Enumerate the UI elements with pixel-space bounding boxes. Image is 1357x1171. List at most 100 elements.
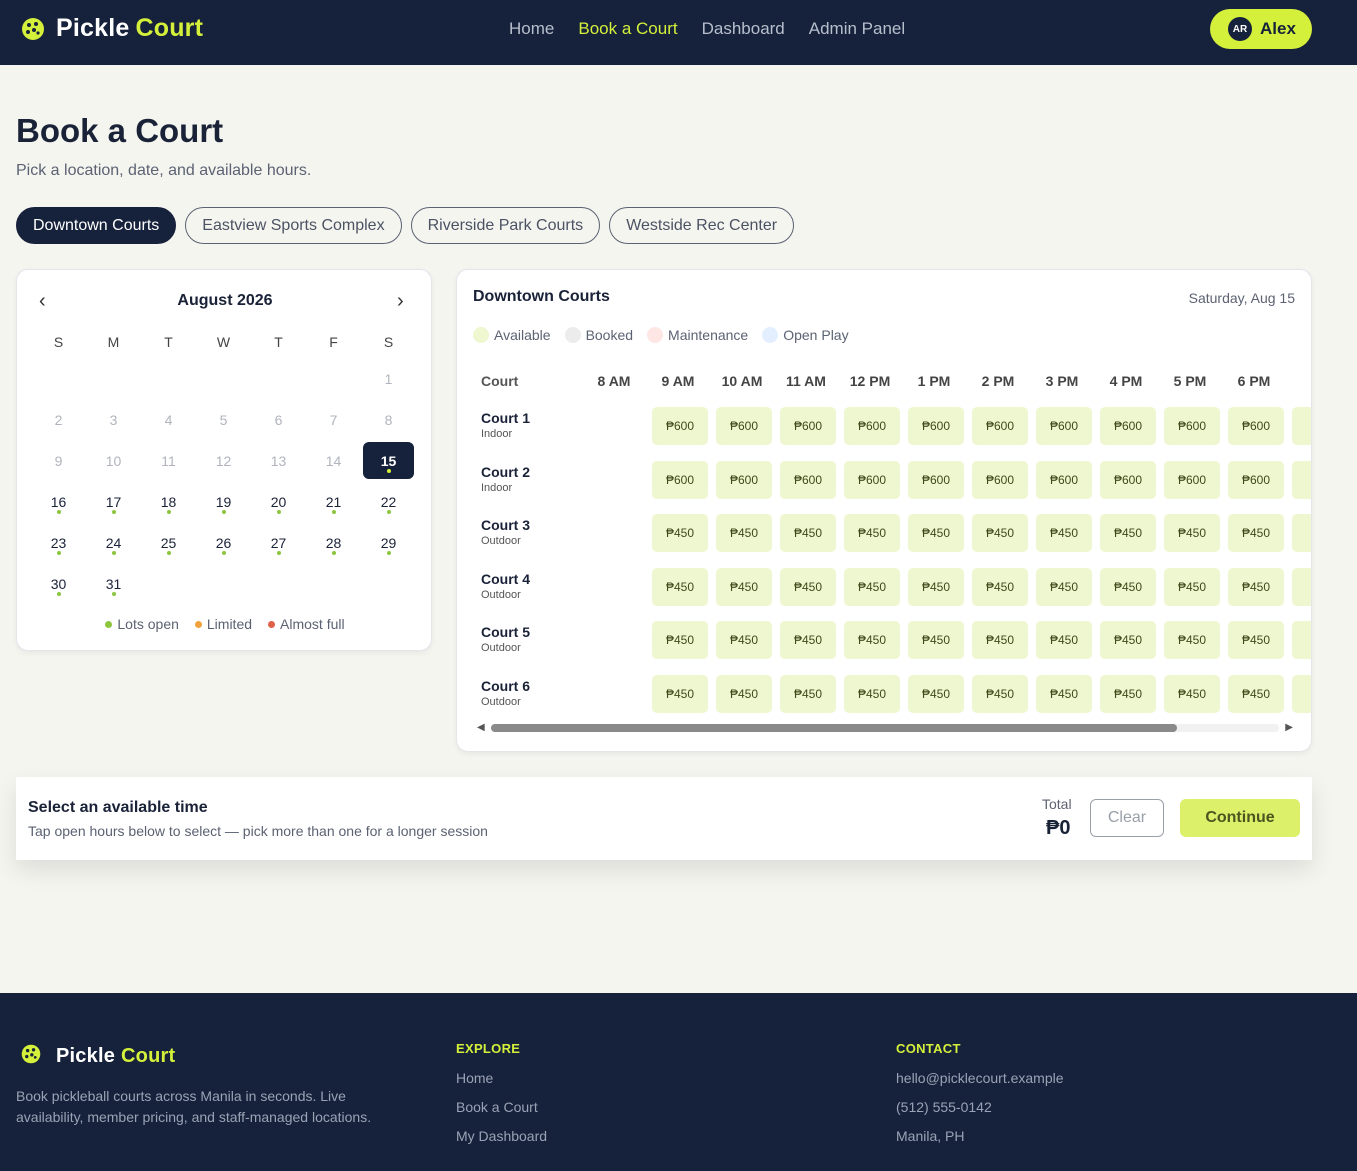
time-slot-available[interactable]: ₱450 — [1164, 621, 1220, 659]
calendar-day[interactable]: 20 — [251, 481, 306, 522]
time-slot-available[interactable]: ₱450 — [1100, 621, 1156, 659]
time-slot-available[interactable]: ₱450 — [844, 567, 900, 606]
time-slot-available[interactable]: ₱450 — [1228, 621, 1284, 659]
time-slot-available[interactable]: ₱450 — [716, 514, 772, 552]
time-slot-available[interactable]: ₱450 — [780, 567, 836, 606]
time-slot-available[interactable]: ₱450 — [908, 567, 964, 606]
time-slot-available[interactable] — [1292, 460, 1311, 499]
footer-link-home[interactable]: Home — [456, 1070, 547, 1099]
time-slot-available[interactable]: ₱450 — [844, 674, 900, 713]
calendar-day[interactable]: 27 — [251, 522, 306, 563]
time-slot-available[interactable]: ₱450 — [1036, 514, 1092, 552]
nav-link-home[interactable]: Home — [509, 19, 554, 39]
time-slot-available[interactable]: ₱450 — [972, 621, 1028, 659]
calendar-day-selected[interactable]: 15 — [361, 440, 416, 481]
time-slot-available[interactable]: ₱450 — [908, 674, 964, 713]
footer-link-my-dashboard[interactable]: My Dashboard — [456, 1128, 547, 1157]
time-slot-available[interactable]: ₱600 — [780, 407, 836, 445]
time-slot-available[interactable]: ₱450 — [1164, 674, 1220, 713]
time-slot-available[interactable]: ₱600 — [716, 460, 772, 499]
schedule-scrollbar[interactable]: ◀ ▶ — [477, 722, 1293, 734]
time-slot-available[interactable]: ₱450 — [908, 514, 964, 552]
calendar-day[interactable]: 31 — [86, 563, 141, 604]
calendar-day[interactable]: 28 — [306, 522, 361, 563]
time-slot-available[interactable]: ₱450 — [972, 567, 1028, 606]
time-slot-available[interactable]: ₱450 — [780, 621, 836, 659]
time-slot-available[interactable]: ₱450 — [716, 674, 772, 713]
calendar-day[interactable]: 19 — [196, 481, 251, 522]
time-slot-available[interactable] — [1292, 567, 1311, 606]
footer-contact-email[interactable]: hello@picklecourt.example — [896, 1070, 1064, 1099]
calendar-day[interactable]: 17 — [86, 481, 141, 522]
location-tab-riverside-park-courts[interactable]: Riverside Park Courts — [410, 207, 601, 244]
scroll-thumb[interactable] — [491, 724, 1177, 732]
time-slot-available[interactable]: ₱600 — [652, 460, 708, 499]
time-slot-available[interactable]: ₱600 — [652, 407, 708, 445]
calendar-day[interactable]: 25 — [141, 522, 196, 563]
continue-button[interactable]: Continue — [1180, 799, 1300, 837]
location-tab-downtown-courts[interactable]: Downtown Courts — [16, 207, 177, 244]
time-slot-available[interactable]: ₱450 — [652, 674, 708, 713]
calendar-day[interactable]: 21 — [306, 481, 361, 522]
time-slot-available[interactable]: ₱600 — [844, 407, 900, 445]
time-slot-available[interactable]: ₱450 — [1100, 567, 1156, 606]
time-slot-available[interactable]: ₱450 — [716, 621, 772, 659]
time-slot-available[interactable]: ₱600 — [1100, 407, 1156, 445]
time-slot-available[interactable]: ₱450 — [716, 567, 772, 606]
time-slot-available[interactable]: ₱450 — [780, 674, 836, 713]
footer-contact-phone[interactable]: (512) 555-0142 — [896, 1099, 1064, 1128]
nav-link-dashboard[interactable]: Dashboard — [702, 19, 785, 39]
time-slot-available[interactable]: ₱450 — [972, 674, 1028, 713]
calendar-day[interactable]: 24 — [86, 522, 141, 563]
nav-link-admin-panel[interactable]: Admin Panel — [809, 19, 905, 39]
footer-brand[interactable]: Pickle Court — [20, 1043, 175, 1069]
time-slot-available[interactable]: ₱450 — [652, 514, 708, 552]
time-slot-available[interactable]: ₱450 — [1036, 674, 1092, 713]
time-slot-available[interactable]: ₱600 — [972, 407, 1028, 445]
time-slot-available[interactable]: ₱450 — [1164, 567, 1220, 606]
time-slot-available[interactable]: ₱450 — [1164, 514, 1220, 552]
calendar-day[interactable]: 30 — [31, 563, 86, 604]
time-slot-available[interactable]: ₱600 — [780, 460, 836, 499]
footer-link-book-a-court[interactable]: Book a Court — [456, 1099, 547, 1128]
time-slot-available[interactable]: ₱450 — [652, 621, 708, 659]
time-slot-available[interactable] — [1292, 514, 1311, 552]
time-slot-available[interactable]: ₱600 — [1228, 407, 1284, 445]
time-slot-available[interactable]: ₱450 — [908, 621, 964, 659]
time-slot-available[interactable]: ₱450 — [652, 567, 708, 606]
location-tab-westside-rec-center[interactable]: Westside Rec Center — [609, 207, 795, 244]
time-slot-available[interactable]: ₱450 — [1228, 674, 1284, 713]
calendar-day[interactable]: 26 — [196, 522, 251, 563]
time-slot-available[interactable]: ₱450 — [1100, 674, 1156, 713]
time-slot-available[interactable]: ₱600 — [972, 460, 1028, 499]
nav-link-book-a-court[interactable]: Book a Court — [578, 19, 677, 39]
time-slot-available[interactable]: ₱600 — [1036, 460, 1092, 499]
time-slot-available[interactable]: ₱600 — [1036, 407, 1092, 445]
brand-logo[interactable]: Pickle Court — [20, 14, 203, 43]
scroll-left-icon[interactable]: ◀ — [477, 722, 485, 733]
time-slot-available[interactable]: ₱600 — [716, 407, 772, 445]
time-slot-available[interactable]: ₱600 — [1164, 407, 1220, 445]
time-slot-available[interactable]: ₱600 — [844, 460, 900, 499]
time-slot-available[interactable]: ₱600 — [1100, 460, 1156, 499]
calendar-day[interactable]: 22 — [361, 481, 416, 522]
scroll-right-icon[interactable]: ▶ — [1285, 722, 1293, 733]
time-slot-available[interactable]: ₱450 — [780, 514, 836, 552]
time-slot-available[interactable]: ₱450 — [844, 621, 900, 659]
time-slot-available[interactable] — [1292, 674, 1311, 713]
time-slot-available[interactable]: ₱600 — [908, 407, 964, 445]
location-tab-eastview-sports-complex[interactable]: Eastview Sports Complex — [185, 207, 402, 244]
time-slot-available[interactable] — [1292, 621, 1311, 659]
time-slot-available[interactable]: ₱450 — [1228, 514, 1284, 552]
calendar-day[interactable]: 18 — [141, 481, 196, 522]
time-slot-available[interactable]: ₱450 — [844, 514, 900, 552]
chevron-right-icon[interactable]: › — [397, 290, 404, 313]
calendar-day[interactable]: 23 — [31, 522, 86, 563]
clear-button[interactable]: Clear — [1090, 799, 1164, 837]
time-slot-available[interactable]: ₱450 — [1100, 514, 1156, 552]
time-slot-available[interactable]: ₱450 — [1036, 621, 1092, 659]
time-slot-available[interactable]: ₱450 — [1036, 567, 1092, 606]
time-slot-available[interactable]: ₱600 — [1228, 460, 1284, 499]
time-slot-available[interactable]: ₱600 — [1164, 460, 1220, 499]
user-menu-button[interactable]: AR Alex — [1210, 9, 1312, 49]
